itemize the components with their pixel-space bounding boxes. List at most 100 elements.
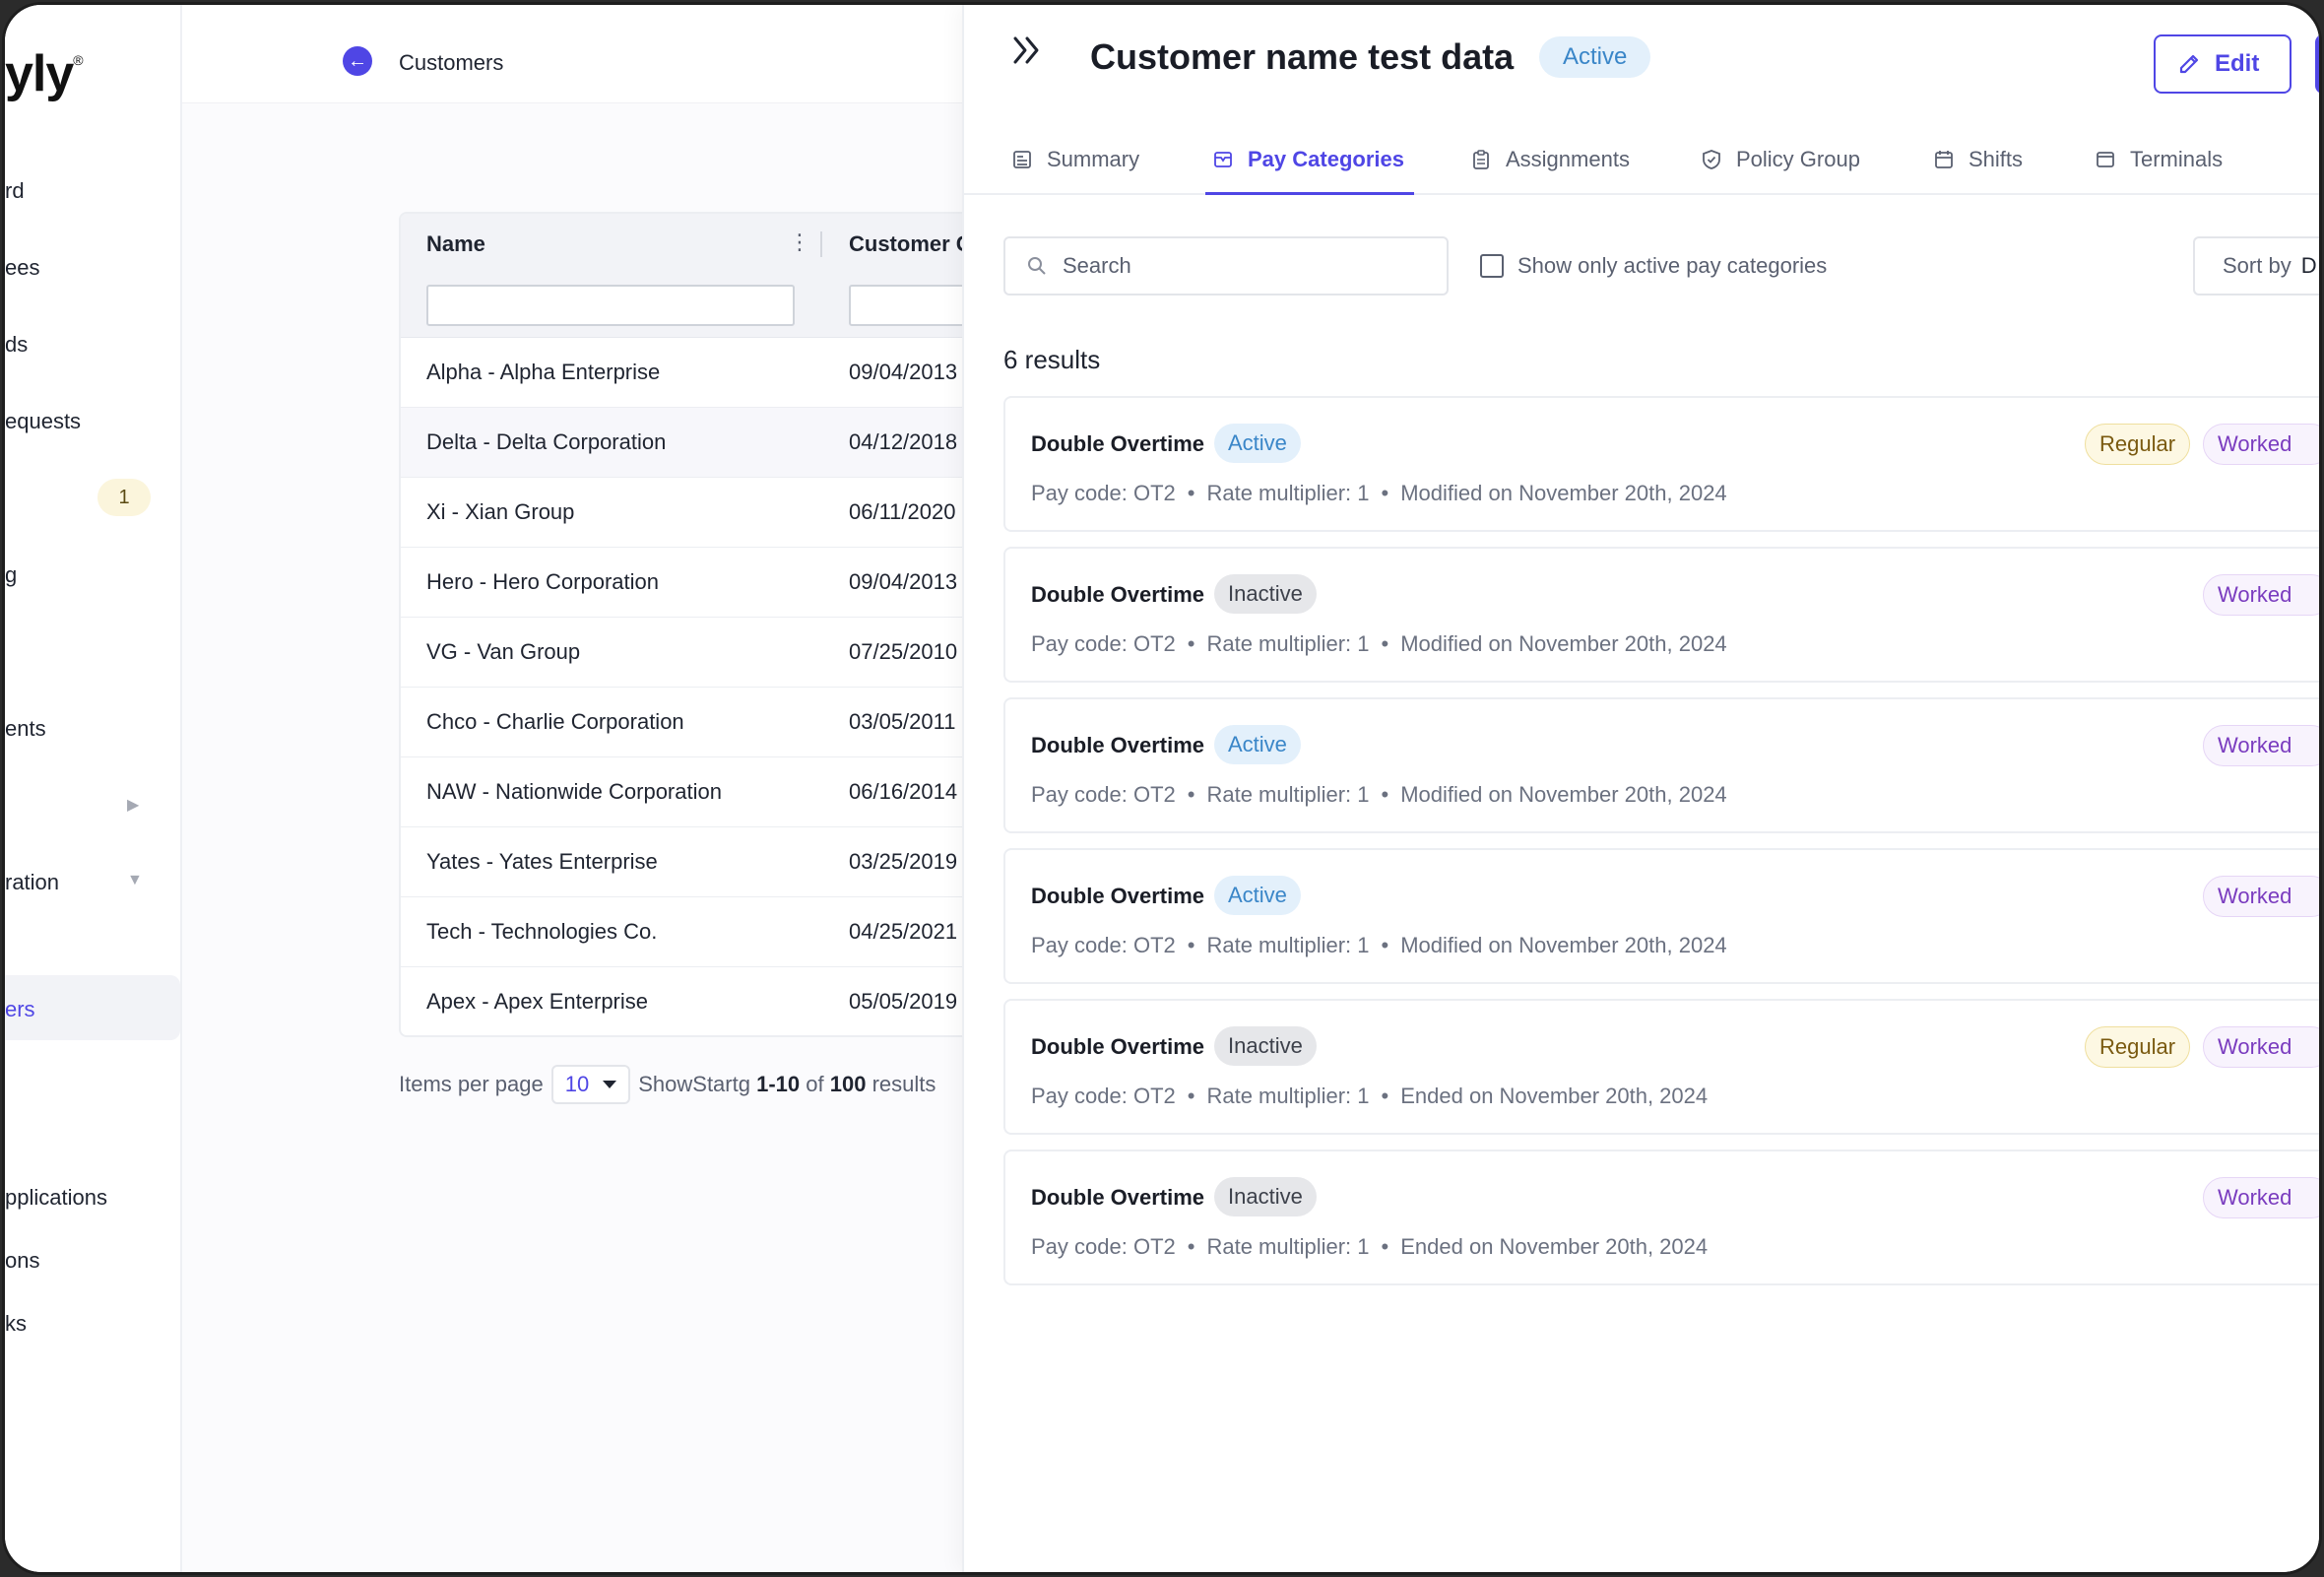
cell-name: Chco - Charlie Corporation <box>426 709 684 734</box>
sidebar: yly® rd ees ds equests 1 g ents ▶ ration… <box>5 5 182 1572</box>
column-header-name[interactable]: Name <box>426 231 485 257</box>
card-meta: Pay code: OT2 • Rate multiplier: 1 • Modifie… <box>1031 782 1727 807</box>
primary-action-button[interactable] <box>2315 34 2319 94</box>
tab-label: Policy Group <box>1736 147 1860 171</box>
cell-name: Delta - Delta Corporation <box>426 429 667 454</box>
sort-value: D <box>2300 253 2317 278</box>
cell-code: 09/04/2013 <box>849 569 958 594</box>
back-arrow-icon[interactable]: ← <box>343 46 372 76</box>
pager-show-text: ShowStartg <box>638 1072 750 1096</box>
cell-name: Hero - Hero Corporation <box>426 569 659 594</box>
tab-bar: Summary Pay Categories Assignments Polic… <box>964 133 2319 195</box>
tab-label: Summary <box>1047 147 1140 171</box>
tab-label: Terminals <box>2130 147 2224 171</box>
tab-policy-group[interactable]: Policy Group <box>1701 147 1860 172</box>
tag-worked: Worked <box>2203 1026 2319 1068</box>
status-badge: Inactive <box>1214 574 1317 614</box>
sidebar-item-applications[interactable]: pplications <box>5 1185 107 1211</box>
sidebar-item-cards[interactable]: ds <box>5 332 28 358</box>
status-badge: Inactive <box>1214 1177 1317 1216</box>
status-badge: Active <box>1214 424 1301 463</box>
tab-label: Shifts <box>1969 147 2024 171</box>
tab-terminals[interactable]: Terminals <box>2095 147 2223 172</box>
cell-code: 05/05/2019 <box>849 989 958 1014</box>
cell-name: Xi - Xian Group <box>426 499 575 524</box>
pay-category-card[interactable]: Double Overtime Inactive Pay code: OT2 • R… <box>1003 1150 2319 1285</box>
summary-icon <box>1013 151 1031 168</box>
card-title: Double Overtime <box>1031 1034 1205 1059</box>
sidebar-item-customers[interactable]: ers <box>5 997 35 1022</box>
cell-name: Alpha - Alpha Enterprise <box>426 360 661 384</box>
cell-code: 03/05/2011 <box>849 709 956 734</box>
tab-pay-categories[interactable]: Pay Categories <box>1212 147 1404 172</box>
tab-summary[interactable]: Summary <box>1011 147 1139 172</box>
expand-right-icon[interactable]: ▶ <box>127 795 139 815</box>
card-meta: Pay code: OT2 • Rate multiplier: 1 • Ended o… <box>1031 1234 1709 1259</box>
status-badge: Active <box>1214 725 1301 764</box>
active-filter-toggle[interactable]: Show only active pay categories <box>1480 253 1827 279</box>
pay-category-card[interactable]: Double Overtime Active Pay code: OT2 • Rat… <box>1003 697 2319 833</box>
tab-assignments[interactable]: Assignments <box>1470 147 1630 172</box>
pay-category-card[interactable]: Double Overtime Active Pay code: OT2 • Rat… <box>1003 848 2319 984</box>
customer-list-area: ← Customers Name ⋮ Customer Code ⋮ Alpha… <box>182 5 1147 1572</box>
cell-code: 06/11/2020 <box>849 499 956 524</box>
card-title: Double Overtime <box>1031 884 1205 908</box>
cell-code: 03/25/2019 <box>849 849 958 874</box>
panel-title: Customer name test data <box>1090 36 1515 77</box>
card-meta: Pay code: OT2 • Rate multiplier: 1 • Ended o… <box>1031 1084 1709 1108</box>
items-per-page-select[interactable]: 10 <box>550 1065 631 1104</box>
logo: yly® <box>5 45 84 102</box>
sort-select[interactable]: Sort by D <box>2193 236 2319 296</box>
sidebar-count-badge: 1 <box>97 479 151 516</box>
results-count: 6 results <box>1003 345 1101 374</box>
search-placeholder: Search <box>1063 253 1131 278</box>
tab-shifts[interactable]: Shifts <box>1933 147 2023 172</box>
cell-name: VG - Van Group <box>426 639 581 664</box>
sidebar-item-ks[interactable]: ks <box>5 1311 27 1337</box>
tag-worked: Worked <box>2203 574 2319 616</box>
app-window: yly® rd ees ds equests 1 g ents ▶ ration… <box>2 2 2322 1575</box>
edit-button[interactable]: Edit <box>2154 34 2292 94</box>
sidebar-item-ents[interactable]: ents <box>5 716 46 742</box>
card-title: Double Overtime <box>1031 733 1205 757</box>
tag-worked: Worked <box>2203 1177 2319 1218</box>
sidebar-item-dashboard[interactable]: rd <box>5 178 25 204</box>
window-icon <box>2097 152 2114 167</box>
sidebar-item-configuration[interactable]: ration <box>5 870 59 895</box>
pencil-icon <box>2179 54 2199 74</box>
sidebar-item-ons[interactable]: ons <box>5 1248 39 1274</box>
caret-down-icon <box>603 1081 617 1088</box>
sidebar-item-g[interactable]: g <box>5 562 17 588</box>
cell-name: Apex - Apex Enterprise <box>426 989 649 1014</box>
sidebar-item-requests[interactable]: equests <box>5 409 81 434</box>
column-menu-icon[interactable]: ⋮ <box>789 230 810 255</box>
pay-category-card[interactable]: Double Overtime Inactive Pay code: OT2 • R… <box>1003 547 2319 683</box>
sidebar-item-employees[interactable]: ees <box>5 255 39 281</box>
breadcrumb: Customers <box>399 50 504 75</box>
calendar-icon <box>1935 151 1953 168</box>
cell-code: 07/25/2010 <box>849 639 958 664</box>
collapse-panel-icon[interactable] <box>1009 33 1045 78</box>
tag-worked: Worked <box>2203 876 2319 917</box>
edit-button-label: Edit <box>2215 50 2260 77</box>
checkbox[interactable] <box>1480 254 1504 278</box>
pager-of: of <box>806 1072 824 1096</box>
checkbox-label: Show only active pay categories <box>1517 253 1828 278</box>
name-filter-input[interactable] <box>426 285 795 326</box>
sort-label: Sort by <box>2223 253 2292 278</box>
column-resize-handle[interactable] <box>820 231 822 257</box>
topbar: ← Customers <box>182 5 965 103</box>
pay-category-card[interactable]: Double Overtime Inactive Pay code: OT2 • R… <box>1003 999 2319 1135</box>
tab-label: Assignments <box>1506 147 1630 171</box>
pager-total: 100 <box>829 1072 867 1096</box>
card-title: Double Overtime <box>1031 582 1205 607</box>
items-per-page-value: 10 <box>564 1072 590 1096</box>
tag-worked: Worked <box>2203 424 2319 465</box>
cell-name: NAW - Nationwide Corporation <box>426 779 722 804</box>
search-input[interactable]: Search <box>1003 236 1449 296</box>
envelope-icon <box>1214 152 1232 167</box>
pay-category-card[interactable]: Double Overtime Active Pay code: OT2 • Rat… <box>1003 396 2319 532</box>
search-icon <box>1028 257 1046 275</box>
expand-down-icon[interactable]: ▼ <box>127 872 143 889</box>
card-meta: Pay code: OT2 • Rate multiplier: 1 • Modifie… <box>1031 933 1727 957</box>
